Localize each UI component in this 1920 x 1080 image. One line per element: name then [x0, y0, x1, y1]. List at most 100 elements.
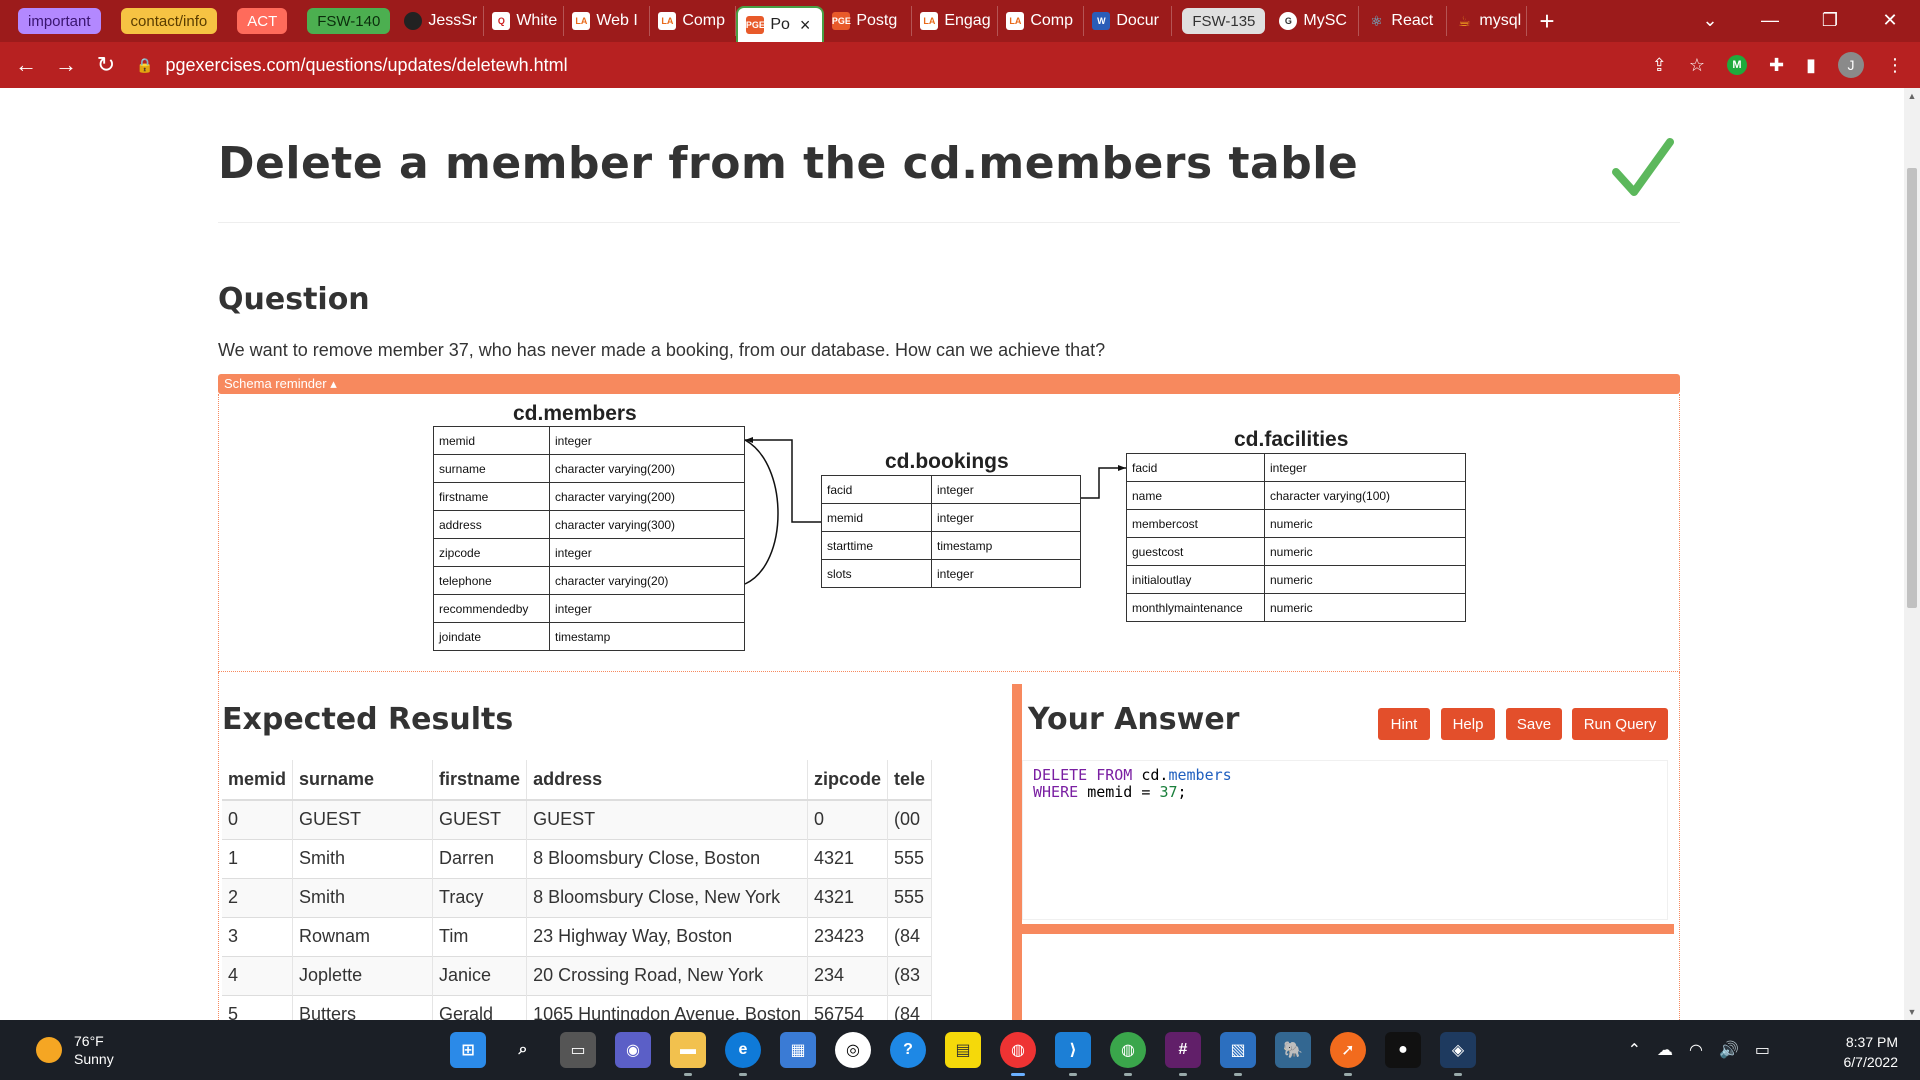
tab-github[interactable]: JessSr — [396, 6, 485, 36]
tab-group-fsw-140[interactable]: FSW-140 — [307, 8, 391, 34]
tab-mysql-1[interactable]: G MySC — [1271, 6, 1360, 36]
profile-avatar[interactable]: J — [1838, 52, 1864, 78]
system-clock[interactable]: 8:37 PM 6/7/2022 — [1844, 1032, 1899, 1072]
postman-icon[interactable]: ➚ — [1330, 1032, 1366, 1076]
tab-group-contact-info[interactable]: contact/info — [120, 8, 218, 34]
save-button[interactable]: Save — [1506, 708, 1562, 740]
table-cell: Butters — [292, 994, 434, 1020]
run-query-button[interactable]: Run Query — [1572, 708, 1668, 740]
table-cell: Smith — [292, 838, 434, 878]
sql-operator: = — [1141, 783, 1151, 801]
table-cell: GUEST — [432, 799, 528, 839]
tab-document[interactable]: W Docur — [1084, 6, 1173, 36]
sql-keyword: DELETE FROM — [1033, 766, 1133, 784]
share-icon[interactable]: ⇪ — [1652, 55, 1667, 76]
store-icon[interactable]: ▦ — [780, 1032, 816, 1068]
onedrive-icon[interactable]: ☁ — [1657, 1040, 1673, 1060]
extension-m-icon[interactable]: M — [1727, 55, 1747, 75]
table-cell: Rownam — [292, 916, 434, 956]
back-button[interactable]: ← — [6, 52, 46, 78]
url-field[interactable]: 🔒 pgexercises.com/questions/updates/dele… — [136, 55, 568, 76]
table-cell: 1065 Huntingdon Avenue, Boston — [526, 994, 808, 1020]
search-icon[interactable]: ⌕ — [505, 1032, 541, 1068]
mongodb-icon[interactable]: ● — [1385, 1032, 1421, 1068]
help-button[interactable]: Help — [1441, 708, 1495, 740]
table-cell: (00 — [887, 799, 933, 839]
tab-group-fsw-135[interactable]: FSW-135 — [1182, 8, 1266, 34]
tab-group-act[interactable]: ACT — [237, 8, 288, 34]
tab-white[interactable]: Q White — [484, 6, 565, 36]
tab-label: Postg — [856, 12, 898, 29]
scroll-down-arrow[interactable]: ▼ — [1904, 1004, 1920, 1020]
chrome-icon[interactable]: ◍ — [1000, 1032, 1036, 1076]
table-cell: Gerald — [432, 994, 528, 1020]
minimize-button[interactable]: — — [1740, 0, 1800, 40]
sql-tool-icon[interactable]: ▧ — [1220, 1032, 1256, 1076]
pane-splitter[interactable] — [1012, 684, 1022, 1020]
slack-icon[interactable]: # — [1165, 1032, 1201, 1076]
table-cell: 555 — [887, 877, 933, 917]
vscode-icon[interactable]: ⟩ — [1055, 1032, 1091, 1076]
menu-kebab-icon[interactable]: ⋮ — [1886, 55, 1904, 76]
word-icon: W — [1092, 12, 1111, 30]
tab-engage[interactable]: LA Engag — [912, 6, 999, 36]
hint-button[interactable]: Hint — [1378, 708, 1430, 740]
sql-editor[interactable]: DELETE FROM cd.members WHERE memid = 37; — [1022, 760, 1668, 920]
scroll-up-arrow[interactable]: ▲ — [1904, 88, 1920, 104]
tab-pgexercises-active[interactable]: PGE Po × — [736, 6, 825, 42]
expected-results-panel: memid surname firstname address zipcode tele … — [222, 760, 1012, 1020]
table-cell: 0 — [807, 799, 888, 839]
learn-icon: LA — [658, 12, 677, 30]
help-icon[interactable]: ? — [890, 1032, 926, 1068]
tab-react[interactable]: ⚛ React — [1359, 6, 1448, 36]
file-explorer-icon[interactable]: ▬ — [670, 1032, 706, 1076]
github-desktop-icon[interactable]: ◎ — [835, 1032, 871, 1068]
forward-button[interactable]: → — [46, 52, 86, 78]
weather-widget[interactable]: 76°F Sunny — [36, 1032, 114, 1068]
restore-button[interactable]: ❐ — [1800, 0, 1860, 40]
extensions-puzzle-icon[interactable]: ✚ — [1769, 55, 1784, 76]
schema-reminder-toggle[interactable]: Schema reminder ▴ — [218, 374, 1680, 394]
question-heading: Question — [218, 282, 370, 317]
clock-date: 6/7/2022 — [1843, 1054, 1899, 1070]
teams-chat-icon[interactable]: ◉ — [615, 1032, 651, 1068]
lock-icon: 🔒 — [136, 56, 154, 73]
results-column-header: firstname — [432, 760, 528, 801]
volume-icon[interactable]: 🔊 — [1719, 1040, 1739, 1060]
chrome-profile-icon[interactable]: ◍ — [1110, 1032, 1146, 1076]
task-view-icon[interactable]: ▭ — [560, 1032, 596, 1068]
editor-resize-handle[interactable] — [1022, 924, 1674, 934]
bookmark-star-icon[interactable]: ☆ — [1689, 55, 1705, 76]
page-scrollbar[interactable]: ▲ ▼ — [1904, 88, 1920, 1020]
postgres-elephant-icon[interactable]: 🐘 — [1275, 1032, 1311, 1068]
browser-tab-bar: important contact/info ACT FSW-140 JessS… — [0, 0, 1920, 42]
new-tab-button[interactable]: + — [1539, 6, 1554, 37]
mysql-workbench-icon[interactable]: ◈ — [1440, 1032, 1476, 1076]
close-tab-icon[interactable]: × — [800, 15, 811, 36]
tray-overflow-chevron-icon[interactable]: ⌃ — [1628, 1040, 1641, 1060]
tab-search-icon[interactable]: ⌄ — [1680, 0, 1740, 40]
table-row: 1 Smith Darren 8 Bloomsbury Close, Boston 43… — [222, 838, 933, 878]
battery-icon[interactable]: ▭ — [1755, 1040, 1770, 1060]
start-windows-icon[interactable]: ⊞ — [450, 1032, 486, 1068]
edge-icon[interactable]: e — [725, 1032, 761, 1076]
tab-mysql-2[interactable]: ☕ mysql — [1447, 6, 1528, 36]
wifi-icon[interactable]: ◠ — [1689, 1040, 1703, 1060]
close-window-button[interactable]: ✕ — [1860, 0, 1920, 40]
tab-group-important[interactable]: important — [18, 8, 101, 34]
table-row: 2 Smith Tracy 8 Bloomsbury Close, New York 4… — [222, 877, 933, 917]
learn-icon: LA — [920, 12, 939, 30]
tab-web[interactable]: LA Web I — [564, 6, 651, 36]
tab-postgres[interactable]: PGE Postg — [824, 6, 913, 36]
reload-button[interactable]: ↻ — [86, 52, 126, 78]
side-panel-icon[interactable]: ▮ — [1806, 55, 1816, 76]
weather-temp: 76°F — [74, 1033, 104, 1049]
sticky-notes-icon[interactable]: ▤ — [945, 1032, 981, 1068]
scroll-thumb[interactable] — [1907, 168, 1917, 608]
tab-label: JessSr — [428, 12, 478, 29]
tab-comp-1[interactable]: LA Comp — [650, 6, 737, 36]
table-cell: Smith — [292, 877, 434, 917]
tab-comp-2[interactable]: LA Comp — [998, 6, 1085, 36]
tab-label: mysql — [1479, 12, 1522, 29]
table-cell: 56754 — [807, 994, 888, 1020]
